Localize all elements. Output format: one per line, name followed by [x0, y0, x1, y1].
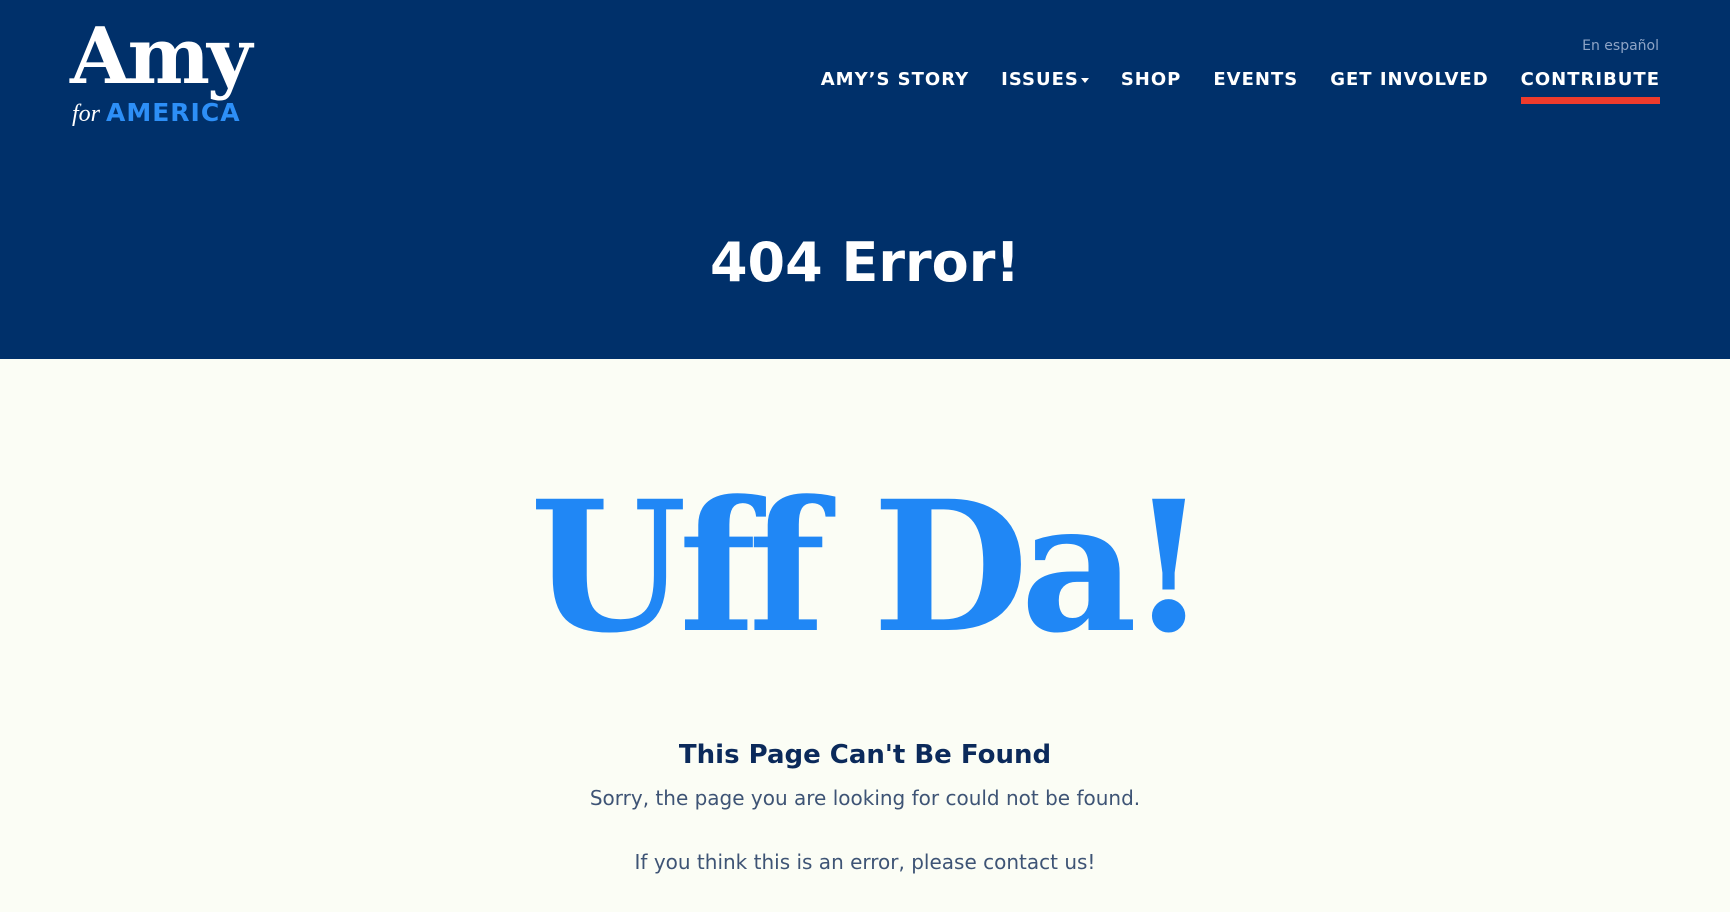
nav-item-amys-story[interactable]: AMY’S STORY: [821, 68, 969, 104]
nav-item-label: ISSUES: [1001, 69, 1079, 90]
logo-amy-text: Amy: [70, 11, 252, 102]
logo-for-text: for: [72, 101, 101, 127]
uff-da-headline: Uff Da!: [529, 462, 1208, 673]
page-title: 404 Error!: [709, 231, 1021, 294]
not-found-message: Sorry, the page you are looking for coul…: [589, 786, 1141, 810]
logo-america-text: AMERICA: [106, 98, 241, 127]
nav-item-issues[interactable]: ISSUES: [1001, 68, 1089, 104]
nav-item-label: SHOP: [1120, 69, 1182, 90]
nav-item-label: GET INVOLVED: [1330, 69, 1489, 90]
nav-item-get-involved[interactable]: GET INVOLVED: [1330, 68, 1488, 104]
nav-item-contribute[interactable]: CONTRIBUTE: [1520, 68, 1660, 104]
hero-header: Amy for AMERICA En español AMY’S STORY I…: [0, 0, 1730, 359]
nav-item-label: AMY’S STORY: [820, 69, 970, 90]
not-found-subtitle: This Page Can't Be Found: [678, 740, 1052, 770]
nav-item-events[interactable]: EVENTS: [1213, 68, 1298, 104]
main-nav: AMY’S STORY ISSUES SHOP EVENTS GET INVOL…: [821, 68, 1660, 104]
nav-item-shop[interactable]: SHOP: [1121, 68, 1182, 104]
contribute-underline: [1520, 97, 1660, 104]
chevron-down-icon: [1080, 77, 1089, 83]
nav-item-label: EVENTS: [1213, 69, 1299, 90]
amy-for-america-logo[interactable]: Amy for AMERICA: [70, 18, 320, 136]
contact-message: If you think this is an error, please co…: [634, 850, 1096, 874]
language-toggle-link[interactable]: En español: [1582, 38, 1659, 54]
nav-item-label: CONTRIBUTE: [1520, 69, 1660, 90]
